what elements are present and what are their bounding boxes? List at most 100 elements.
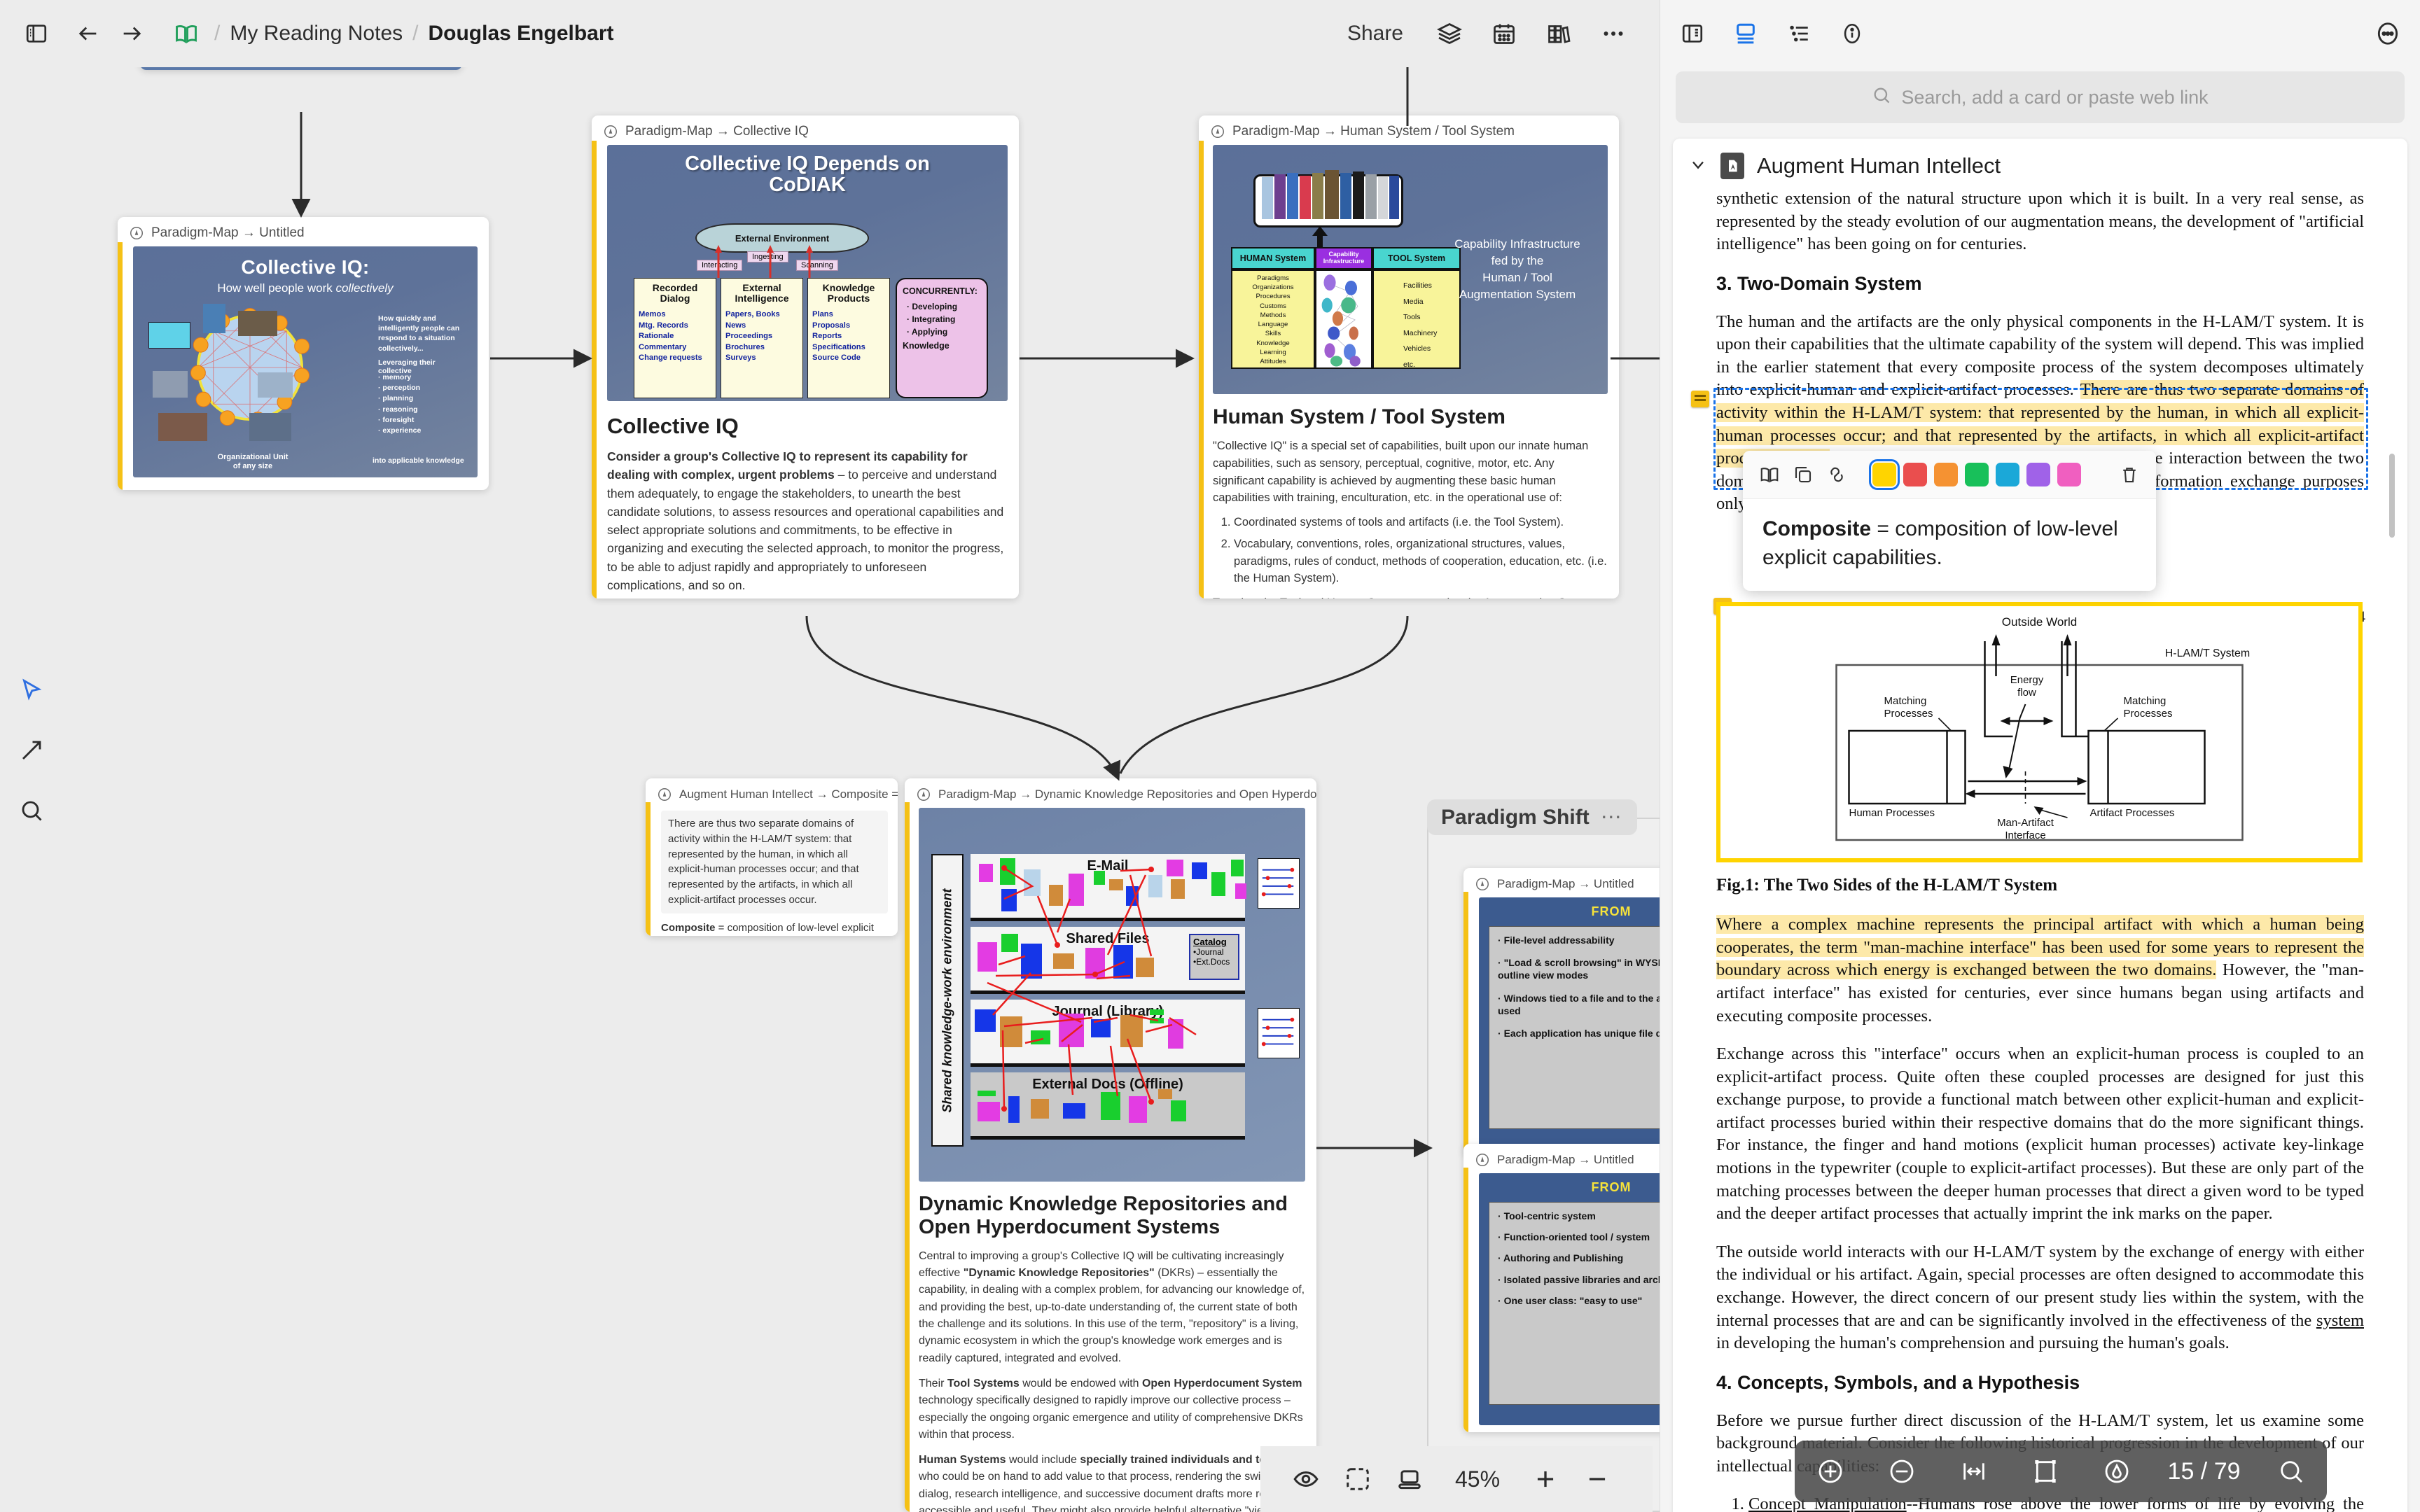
pdf-toolbar[interactable]: 15 / 79: [1795, 1441, 2327, 1502]
left-tool-rail[interactable]: [8, 672, 55, 829]
note-definition: Composite = composition of low-level exp…: [661, 921, 874, 934]
layers-icon[interactable]: [1431, 15, 1468, 52]
search-input[interactable]: Search, add a card or paste web link: [1676, 71, 2405, 123]
slide-right-tail: into applicable knowledge: [373, 456, 464, 465]
card-paragraph-1: "Collective IQ" is a special set of capa…: [1213, 440, 1589, 505]
highlighter-icon[interactable]: [2096, 1450, 2138, 1492]
breadcrumb-my-reading-notes[interactable]: My Reading Notes: [230, 22, 403, 46]
card-breadcrumb[interactable]: Augment Human Intellect → Composite = co…: [646, 778, 898, 808]
zoom-out-button[interactable]: [1571, 1453, 1623, 1505]
reader-toolbar[interactable]: [1660, 0, 2420, 67]
list-item: Vocabulary, conventions, roles, organiza…: [1234, 536, 1608, 587]
card-breadcrumb[interactable]: Paradigm-Map → Human System / Tool Syste…: [1199, 115, 1619, 145]
card-dkr[interactable]: Paradigm-Map → Dynamic Knowledge Reposit…: [905, 778, 1316, 1512]
figure-label-energy-2: flow: [2017, 687, 2036, 699]
pdf-heading-two-domain: 3. Two-Domain System: [1716, 272, 1922, 294]
pdf-figure-hlamt[interactable]: Outside World H-LAM/T System Energy flow: [1716, 602, 2363, 862]
canvas-pane[interactable]: / My Reading Notes / Douglas Engelbart S…: [0, 0, 1660, 1512]
more-horizontal-icon[interactable]: [1595, 15, 1632, 52]
card-breadcrumb[interactable]: Paradigm-Map → Collective IQ: [592, 115, 1019, 145]
swatch-orange[interactable]: [1934, 463, 1958, 486]
breadcrumb-separator-2: /: [412, 22, 419, 45]
scrollbar-thumb[interactable]: [2389, 454, 2395, 538]
presentation-icon[interactable]: [1384, 1453, 1435, 1505]
arrow-link-icon[interactable]: [13, 732, 50, 769]
breadcrumb-douglas-engelbart[interactable]: Douglas Engelbart: [428, 22, 613, 46]
pdf-page-indicator[interactable]: 15 / 79: [2168, 1458, 2241, 1485]
swatch-purple[interactable]: [2026, 463, 2050, 486]
pdf-heading-concepts: 4. Concepts, Symbols, and a Hypothesis: [1716, 1371, 2080, 1393]
canvas-zoom-toolbar[interactable]: 45%: [1260, 1446, 1653, 1512]
annotation-popup[interactable]: Composite = composition of low-level exp…: [1743, 451, 2156, 591]
search-icon[interactable]: [2270, 1450, 2312, 1492]
card-breadcrumb[interactable]: Paradigm-Map → Dynamic Knowledge Reposit…: [905, 778, 1316, 808]
concurrently-head: CONCURRENTLY:: [903, 286, 978, 296]
more-circle-icon[interactable]: [2371, 17, 2405, 50]
sidebar-icon[interactable]: [1676, 17, 1709, 50]
trash-icon[interactable]: [2113, 458, 2146, 491]
card-paradigm-from-2[interactable]: Paradigm-Map → Untitled FROM · Tool-cent…: [1463, 1144, 1660, 1432]
card-human-tool-system[interactable]: Paradigm-Map → Human System / Tool Syste…: [1199, 115, 1619, 598]
top-toolbar-right[interactable]: Share: [1337, 15, 1641, 52]
top-toolbar[interactable]: / My Reading Notes / Douglas Engelbart S…: [0, 0, 1660, 67]
fit-width-icon[interactable]: [1953, 1450, 1995, 1492]
zoom-out-icon[interactable]: [1881, 1450, 1923, 1492]
card-composite-note[interactable]: Augment Human Intellect → Composite = co…: [646, 778, 898, 936]
human-system-items: Paradigms Organizations Procedures Customs…: [1231, 270, 1315, 369]
card-accent-bar: [592, 141, 597, 598]
share-button[interactable]: Share: [1337, 18, 1413, 50]
calendar-icon[interactable]: [1486, 15, 1522, 52]
col1-head1: External: [742, 282, 781, 293]
col2-head2: Products: [827, 292, 870, 304]
zoom-in-icon[interactable]: [1809, 1450, 1851, 1492]
annotation-note-text[interactable]: Composite = composition of low-level exp…: [1743, 499, 2156, 591]
more-horizontal-icon[interactable]: ⋯: [1601, 805, 1623, 830]
fit-page-icon[interactable]: [2024, 1450, 2066, 1492]
concurrently-items: · Developing · Integrating · Applying: [907, 302, 958, 337]
col2-head1: Knowledge: [822, 282, 875, 293]
pdf-page[interactable]: 14 synthetic extension of the natural st…: [1683, 188, 2398, 1512]
card-breadcrumb[interactable]: Paradigm-Map → Untitled: [1463, 1144, 1660, 1173]
card-paradigm-from-1[interactable]: Paradigm-Map → Untitled FROM · File-leve…: [1463, 868, 1660, 1156]
card-codiak[interactable]: Paradigm-Map → Collective IQ Collective …: [592, 115, 1019, 598]
group-title-paradigm-shift[interactable]: Paradigm Shift ⋯: [1427, 799, 1637, 835]
reader-pane[interactable]: Search, add a card or paste web link Aug…: [1660, 0, 2420, 1512]
link-icon[interactable]: [1820, 458, 1854, 491]
search-icon[interactable]: [13, 792, 50, 829]
zoom-in-button[interactable]: [1520, 1453, 1571, 1505]
chevron-down-icon[interactable]: [1688, 155, 1708, 178]
eye-icon[interactable]: [1280, 1453, 1332, 1505]
highlight-color-swatches[interactable]: [1869, 459, 2085, 490]
swatch-yellow[interactable]: [1869, 459, 1900, 490]
card-accent-bar: [905, 802, 910, 1512]
swatch-pink[interactable]: [2057, 463, 2081, 486]
reader-view-icon[interactable]: [1729, 17, 1762, 50]
open-book-icon[interactable]: [1753, 458, 1786, 491]
swatch-green[interactable]: [1965, 463, 1989, 486]
from-label: FROM: [1591, 904, 1632, 918]
arrow-right-icon[interactable]: [113, 15, 150, 52]
card-body-text: Consider a group's Collective IQ to repr…: [607, 449, 1004, 592]
swatch-blue[interactable]: [1996, 463, 2019, 486]
pdf-paragraph-highlighted-2[interactable]: Where a complex machine represents the p…: [1716, 913, 2364, 1028]
annotation-toolbar[interactable]: [1743, 451, 2156, 499]
note-marker-icon[interactable]: [1691, 391, 1709, 407]
swatch-red[interactable]: [1903, 463, 1927, 486]
card-breadcrumb-label: Paradigm-Map → Untitled: [1497, 877, 1634, 890]
card-breadcrumb[interactable]: Paradigm-Map → Untitled: [118, 217, 489, 246]
open-book-icon[interactable]: [168, 15, 204, 52]
outline-list-icon[interactable]: [1782, 17, 1816, 50]
document-header[interactable]: Augment Human Intellect: [1673, 139, 2407, 188]
zoom-level-label[interactable]: 45%: [1435, 1466, 1520, 1492]
pdf-paragraph-5: The outside world interacts with our H-L…: [1716, 1242, 2364, 1353]
card-collective-iq-slide[interactable]: Paradigm-Map → Untitled Collective IQ: H…: [118, 217, 489, 490]
arrow-left-icon[interactable]: [70, 15, 106, 52]
card-breadcrumb[interactable]: Paradigm-Map → Untitled: [1463, 868, 1660, 897]
pointer-cursor-icon[interactable]: [13, 672, 50, 708]
info-circle-icon[interactable]: [1835, 17, 1869, 50]
copy-icon[interactable]: [1786, 458, 1820, 491]
sidebar-icon[interactable]: [18, 15, 55, 52]
document-card[interactable]: Augment Human Intellect 14 synthetic ext…: [1673, 139, 2407, 1512]
books-icon[interactable]: [1541, 15, 1577, 52]
focus-frame-icon[interactable]: [1332, 1453, 1384, 1505]
